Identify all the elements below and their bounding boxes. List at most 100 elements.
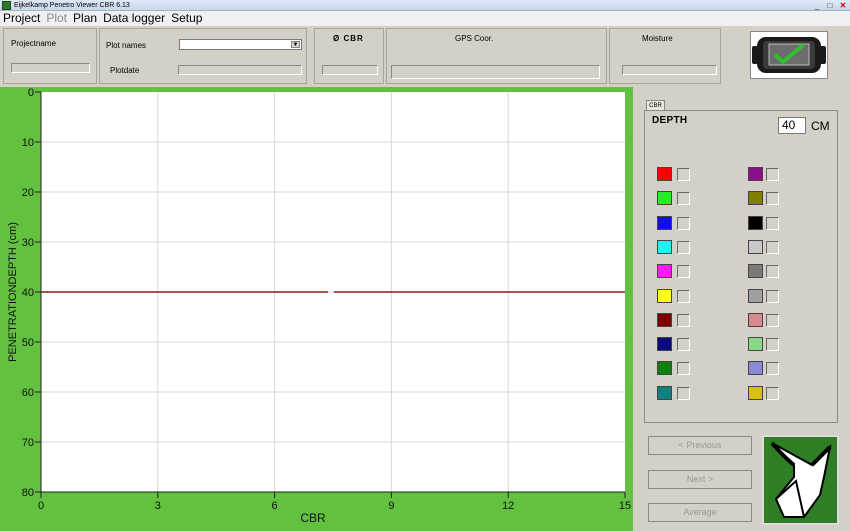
series-visibility-checkbox[interactable] (677, 168, 690, 181)
series-color-swatch[interactable] (657, 264, 672, 279)
moisture-field[interactable] (622, 65, 717, 75)
y-tick-label: 60 (22, 387, 34, 399)
close-button[interactable]: ✕ (838, 0, 848, 11)
plotnames-label: Plot names (106, 41, 147, 50)
x-tick-label: 9 (388, 500, 394, 512)
series-visibility-checkbox[interactable] (677, 313, 690, 327)
series-color-swatch[interactable] (657, 337, 672, 352)
moisture-panel: Moisture (609, 28, 721, 84)
series-visibility-checkbox[interactable] (677, 240, 690, 254)
minimize-button[interactable]: _ (812, 0, 822, 11)
eijkelkamp-logo-icon (770, 441, 832, 518)
cbr-settings-panel: DEPTH 40 CM (644, 110, 838, 423)
menu-setup[interactable]: Setup (168, 11, 205, 26)
previous-button[interactable]: < Previous (648, 436, 752, 455)
average-button[interactable]: Average (648, 503, 752, 522)
next-button[interactable]: Next > (648, 470, 752, 489)
series-visibility-checkbox[interactable] (766, 192, 779, 206)
device-logo (750, 31, 828, 79)
depth-input[interactable]: 40 (778, 117, 806, 134)
series-visibility-checkbox[interactable] (766, 240, 779, 254)
x-tick-label: 0 (38, 500, 44, 512)
penetrometer-icon (752, 37, 826, 73)
gps-label: GPS Coor. (455, 34, 494, 43)
series-visibility-checkbox[interactable] (766, 265, 779, 279)
series-color-swatch[interactable] (748, 337, 763, 352)
series-visibility-checkbox[interactable] (677, 289, 690, 303)
title-bar: Eijkelkamp Penetro Viewer CBR 6.13 _ □ ✕ (0, 0, 850, 11)
series-color-swatch[interactable] (657, 385, 672, 400)
series-visibility-checkbox[interactable] (677, 386, 690, 400)
y-tick-label: 40 (22, 287, 34, 299)
x-tick-label: 6 (272, 500, 278, 512)
cbr-average-field[interactable] (322, 65, 378, 75)
series-color-swatch[interactable] (748, 385, 763, 400)
y-tick-label: 50 (22, 337, 34, 349)
app-icon (2, 1, 11, 10)
series-visibility-checkbox[interactable] (677, 265, 690, 279)
menu-data-logger[interactable]: Data logger (100, 11, 168, 26)
depth-unit: CM (811, 119, 830, 133)
series-visibility-checkbox[interactable] (766, 386, 779, 400)
series-color-swatch[interactable] (657, 167, 672, 181)
series-visibility-checkbox[interactable] (677, 216, 690, 230)
projectname-panel: Projectname (3, 28, 97, 84)
series-color-swatch[interactable] (657, 239, 672, 254)
series-visibility-checkbox[interactable] (766, 338, 779, 352)
maximize-button[interactable]: □ (825, 0, 835, 11)
y-tick-label: 20 (22, 187, 34, 199)
gps-field[interactable] (391, 65, 600, 79)
series-visibility-checkbox[interactable] (766, 362, 779, 376)
series-visibility-checkbox[interactable] (766, 313, 779, 327)
series-visibility-checkbox[interactable] (766, 216, 779, 230)
cbr-average-label: Ø CBR (333, 34, 364, 43)
y-tick-label: 70 (22, 437, 34, 449)
gps-panel: GPS Coor. (386, 28, 607, 84)
y-axis-label: PENETRATIONDEPTH (cm) (7, 222, 19, 362)
series-color-swatch[interactable] (748, 264, 763, 279)
chevron-down-icon[interactable]: ▼ (291, 41, 300, 48)
series-color-swatch[interactable] (657, 288, 672, 303)
chart-svg: 0 10 20 30 40 50 60 70 80 0 3 6 9 12 15 CBR PENETRATIOND… (7, 87, 631, 525)
plot-panel: Plot names ▼ Plotdate (99, 28, 307, 84)
window-title: Eijkelkamp Penetro Viewer CBR 6.13 (14, 2, 130, 9)
menu-project[interactable]: Project (0, 11, 43, 26)
x-tick-label: 15 (619, 500, 631, 512)
menu-plot[interactable]: Plot (43, 11, 70, 26)
series-visibility-checkbox[interactable] (677, 362, 690, 376)
series-color-swatch[interactable] (748, 191, 763, 206)
cbr-panel-header: Ø CBR (314, 28, 384, 84)
moisture-label: Moisture (642, 34, 673, 43)
series-color-swatch[interactable] (748, 167, 763, 181)
x-tick-label: 12 (502, 500, 514, 512)
plotdate-label: Plotdate (110, 66, 140, 75)
series-color-swatch[interactable] (657, 312, 672, 327)
depth-label: DEPTH (652, 115, 688, 126)
menu-plan[interactable]: Plan (70, 11, 100, 26)
x-tick-label: 3 (155, 500, 161, 512)
company-logo (762, 435, 839, 525)
projectname-field[interactable] (11, 63, 90, 73)
y-tick-label: 80 (22, 487, 34, 499)
series-color-swatch[interactable] (748, 312, 763, 327)
series-color-swatch[interactable] (657, 191, 672, 206)
series-color-swatch[interactable] (748, 215, 763, 230)
y-tick-label: 30 (22, 237, 34, 249)
x-axis-label: CBR (300, 511, 326, 525)
y-tick-label: 10 (22, 137, 34, 149)
series-visibility-checkbox[interactable] (766, 168, 779, 181)
menu-bar: Project Plot Plan Data logger Setup (0, 11, 850, 26)
cbr-chart: 0 10 20 30 40 50 60 70 80 0 3 6 9 12 15 CBR PENETRATIOND… (0, 87, 633, 531)
y-tick-label: 0 (28, 87, 34, 99)
series-visibility-checkbox[interactable] (677, 338, 690, 352)
series-color-swatch[interactable] (657, 215, 672, 230)
series-visibility-checkbox[interactable] (677, 192, 690, 206)
series-color-swatch[interactable] (748, 361, 763, 376)
series-color-swatch[interactable] (748, 288, 763, 303)
series-visibility-checkbox[interactable] (766, 289, 779, 303)
plotnames-select[interactable]: ▼ (179, 39, 302, 50)
series-color-swatch[interactable] (748, 239, 763, 254)
projectname-label: Projectname (11, 39, 56, 48)
plotdate-field[interactable] (178, 65, 302, 75)
series-color-swatch[interactable] (657, 361, 672, 376)
